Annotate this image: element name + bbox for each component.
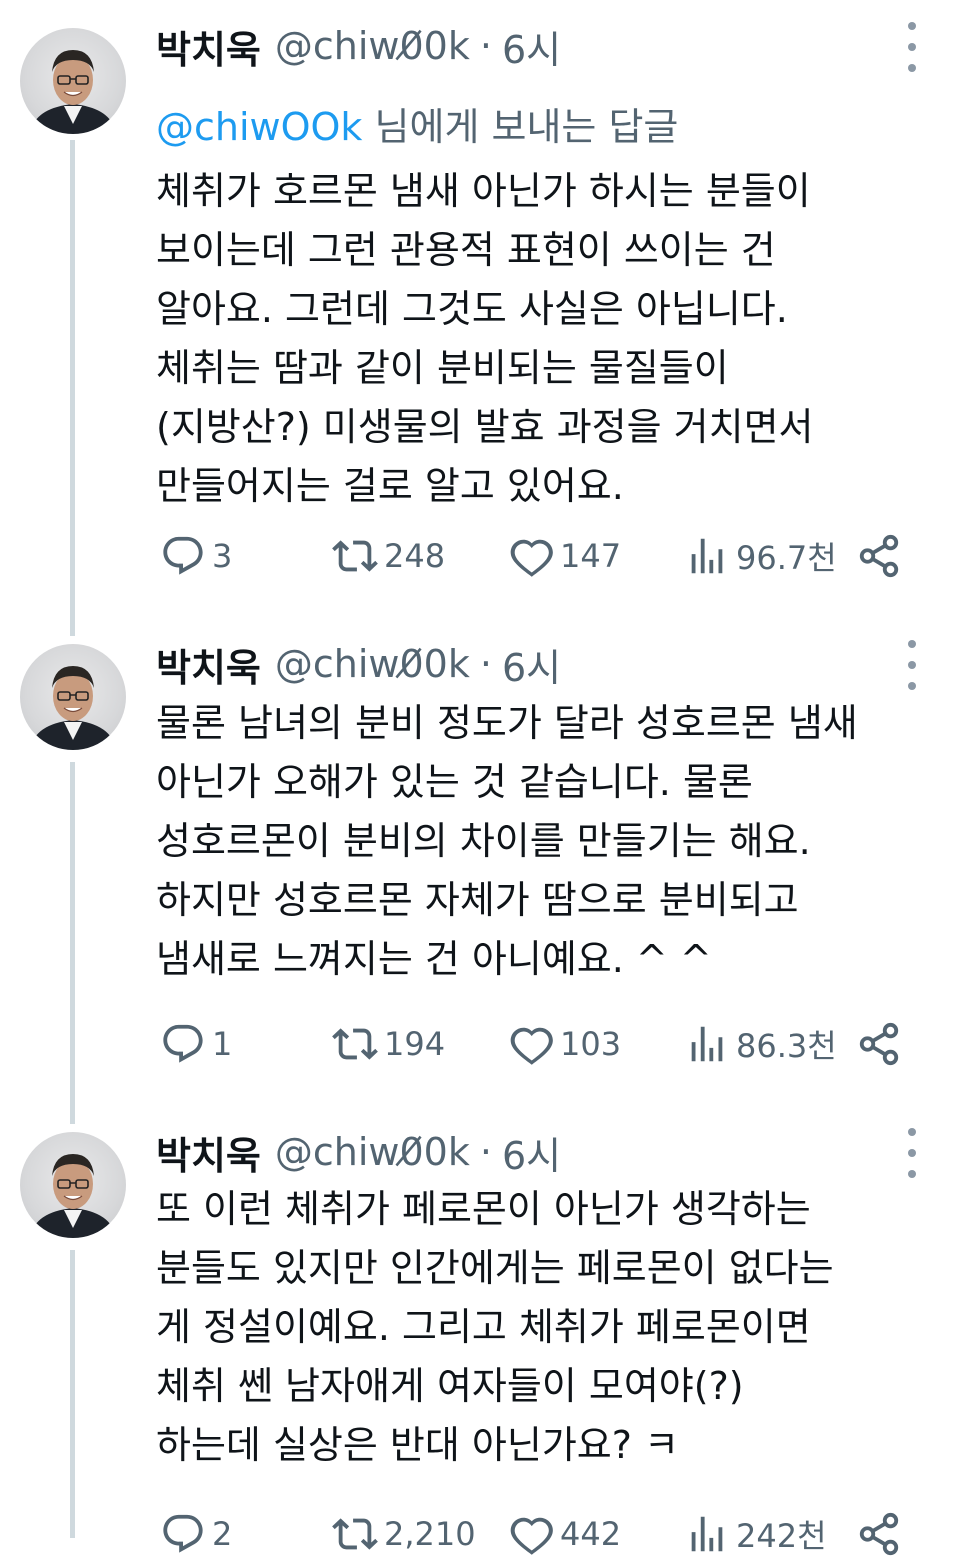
tweet-text-line: 체취가 호르몬 냄새 아닌가 하시는 분들이 xyxy=(156,169,811,213)
tweet-text: 또 이런 체취가 페로몬이 아닌가 생각하는 분들도 있지만 인간에게는 페로몬… xyxy=(156,1180,946,1475)
views-icon xyxy=(691,1516,723,1552)
share-button[interactable] xyxy=(856,1016,908,1072)
reply-count: 1 xyxy=(212,1025,233,1063)
tweet-text: 물론 남녀의 분비 정도가 달라 성호르몬 냄새 아닌가 오해가 있는 것 같습… xyxy=(156,694,946,989)
tweet-text-line: 알아요. 그런데 그것도 사실은 아닙니다. xyxy=(156,287,788,331)
tweet-header: 박치욱 @chiw0̸0k · 6시 xyxy=(156,634,926,694)
retweet-count: 248 xyxy=(384,537,446,575)
reply-button[interactable]: 3 xyxy=(160,528,232,584)
tweet-text-line: 또 이런 체취가 페로몬이 아닌가 생각하는 xyxy=(156,1187,811,1231)
views-button[interactable]: 86.3천 xyxy=(684,1016,837,1072)
separator-dot: · xyxy=(479,1130,492,1174)
retweet-button[interactable]: 248 xyxy=(332,528,445,584)
retweet-count: 2,210 xyxy=(384,1515,476,1553)
retweet-button[interactable]: 2,210 xyxy=(332,1506,476,1562)
retweet-button[interactable]: 194 xyxy=(332,1016,445,1072)
views-button[interactable]: 96.7천 xyxy=(684,528,837,584)
tweet-text-line: 만들어지는 걸로 알고 있어요. xyxy=(156,464,624,508)
heart-icon xyxy=(510,1517,553,1555)
tweet-text-line: 하지만 성호르몬 자체가 땀으로 분비되고 xyxy=(156,878,799,922)
tweet-header: 박치욱 @chiw0̸0k · 6시 xyxy=(156,1122,926,1182)
share-icon xyxy=(859,1512,899,1556)
retweet-icon xyxy=(332,1028,378,1060)
views-icon xyxy=(691,538,723,574)
retweet-icon xyxy=(332,540,378,572)
tweet-text-line: 게 정설이예요. 그리고 체취가 페로몬이면 xyxy=(156,1305,811,1349)
avatar[interactable] xyxy=(20,1132,126,1238)
views-count: 242천 xyxy=(736,1517,827,1555)
tweet-text-line: 분들도 있지만 인간에게는 페로몬이 없다는 xyxy=(156,1246,834,1290)
share-button[interactable] xyxy=(856,528,908,584)
tweet-actions: 3 248 147 96.7천 xyxy=(156,528,916,584)
tweet-text-line: 아닌가 오해가 있는 것 같습니다. 물론 xyxy=(156,760,753,804)
author-handle[interactable]: @chiw0̸0k xyxy=(275,642,470,686)
avatar[interactable] xyxy=(20,644,126,750)
tweet-text-line: (지방산?) 미생물의 발효 과정을 거치면서 xyxy=(156,405,814,449)
retweet-icon xyxy=(332,1518,378,1550)
reply-icon xyxy=(163,536,203,575)
like-button[interactable]: 103 xyxy=(508,1016,621,1072)
separator-dot: · xyxy=(479,642,492,686)
like-count: 103 xyxy=(560,1025,622,1063)
tweet-text-line: 냄새로 느껴지는 건 아니예요. ^ ^ xyxy=(156,937,712,981)
tweet-text-line: 성호르몬이 분비의 차이를 만들기는 해요. xyxy=(156,819,811,863)
reply-context-text: 님에게 보내는 답글 xyxy=(362,105,679,149)
like-count: 147 xyxy=(560,537,622,575)
timestamp[interactable]: 6시 xyxy=(502,19,561,74)
reply-count: 2 xyxy=(212,1515,233,1553)
author-handle[interactable]: @chiw0̸0k xyxy=(275,1130,470,1174)
reply-button[interactable]: 2 xyxy=(160,1506,232,1562)
tweet-text-line: 체취 쎈 남자애게 여자들이 모여야(?) xyxy=(156,1364,744,1408)
like-count: 442 xyxy=(560,1515,622,1553)
tweet-text-line: 보이는데 그런 관용적 표현이 쓰이는 건 xyxy=(156,228,776,272)
more-icon[interactable] xyxy=(902,640,922,690)
avatar[interactable] xyxy=(20,28,126,134)
tweet-text: 체취가 호르몬 냄새 아닌가 하시는 분들이 보이는데 그런 관용적 표현이 쓰… xyxy=(156,162,946,516)
share-icon xyxy=(859,534,899,578)
reply-mention-link[interactable]: @chiwOOk xyxy=(156,105,362,149)
tweet[interactable]: 박치욱 @chiw0̸0k · 6시 @chiwOOk 님에게 보내는 답글 체… xyxy=(0,16,966,606)
views-count: 86.3천 xyxy=(736,1027,837,1065)
tweet-actions: 1 194 103 86.3천 xyxy=(156,1016,916,1072)
more-icon[interactable] xyxy=(902,1128,922,1178)
tweet-text-line: 물론 남녀의 분비 정도가 달라 성호르몬 냄새 xyxy=(156,701,858,745)
author-name[interactable]: 박치욱 xyxy=(156,1125,261,1180)
timestamp[interactable]: 6시 xyxy=(502,1125,561,1180)
views-icon xyxy=(691,1026,723,1062)
author-handle[interactable]: @chiw0̸0k xyxy=(275,24,470,68)
views-count: 96.7천 xyxy=(736,539,837,577)
like-button[interactable]: 147 xyxy=(508,528,621,584)
like-button[interactable]: 442 xyxy=(508,1506,621,1562)
retweet-count: 194 xyxy=(384,1025,446,1063)
reply-context: @chiwOOk 님에게 보내는 답글 xyxy=(156,96,678,151)
tweet-actions: 2 2,210 442 242천 xyxy=(156,1506,916,1562)
separator-dot: · xyxy=(479,24,492,68)
reply-icon xyxy=(163,1024,203,1063)
tweet-text-line: 체취는 땀과 같이 분비되는 물질들이 xyxy=(156,346,729,390)
views-button[interactable]: 242천 xyxy=(684,1506,827,1562)
reply-button[interactable]: 1 xyxy=(160,1016,232,1072)
more-icon[interactable] xyxy=(902,22,922,72)
tweet-text-line: 하는데 실상은 반대 아닌가요? ㅋ xyxy=(156,1423,679,1467)
heart-icon xyxy=(510,1027,553,1065)
timestamp[interactable]: 6시 xyxy=(502,637,561,692)
heart-icon xyxy=(510,539,553,577)
author-name[interactable]: 박치욱 xyxy=(156,637,261,692)
tweet[interactable]: 박치욱 @chiw0̸0k · 6시 물론 남녀의 분비 정도가 달라 성호르몬… xyxy=(0,634,966,1084)
share-button[interactable] xyxy=(856,1506,908,1562)
tweet[interactable]: 박치욱 @chiw0̸0k · 6시 또 이런 체취가 페로몬이 아닌가 생각하… xyxy=(0,1122,966,1556)
reply-count: 3 xyxy=(212,537,233,575)
tweet-header: 박치욱 @chiw0̸0k · 6시 xyxy=(156,16,926,76)
reply-icon xyxy=(163,1514,203,1553)
author-name[interactable]: 박치욱 xyxy=(156,19,261,74)
share-icon xyxy=(859,1022,899,1066)
